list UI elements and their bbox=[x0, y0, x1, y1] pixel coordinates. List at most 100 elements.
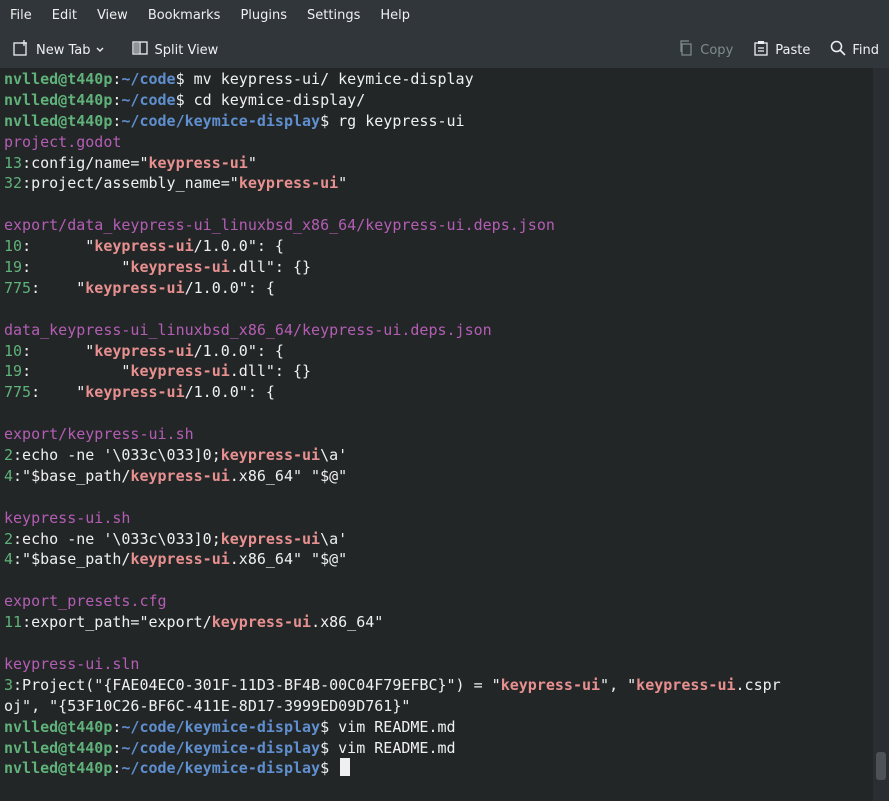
paste-button[interactable]: Paste bbox=[747, 32, 816, 68]
terminal-text-segment: " bbox=[338, 174, 348, 193]
terminal-text-segment: 10 bbox=[4, 237, 23, 256]
terminal-text-segment: keypress-ui bbox=[94, 341, 194, 360]
new-tab-label: New Tab bbox=[36, 42, 91, 58]
terminal-text-segment: : " bbox=[22, 258, 131, 277]
terminal-text-segment: :echo -ne '\033c\033]0; bbox=[13, 446, 221, 465]
terminal-line: nvlled@t440p:~/code/keymice-display$ vim… bbox=[4, 738, 873, 759]
terminal-text-segment: 2 bbox=[4, 446, 14, 465]
terminal-text-segment: :config/name=" bbox=[22, 153, 149, 172]
terminal-text-segment: $ bbox=[320, 759, 339, 778]
terminal-text-segment: keypress-ui bbox=[130, 550, 230, 569]
terminal-text-segment: keypress-ui bbox=[148, 153, 248, 172]
terminal-text-segment: keypress-ui bbox=[130, 466, 230, 485]
scrollbar-thumb[interactable] bbox=[876, 752, 886, 780]
terminal-text-segment: : " bbox=[22, 341, 95, 360]
terminal-text-segment: keypress-ui bbox=[85, 383, 185, 402]
menu-edit[interactable]: Edit bbox=[42, 0, 87, 32]
split-view-icon bbox=[131, 39, 155, 61]
terminal-line: 775: "keypress-ui/1.0.0": { bbox=[4, 382, 873, 403]
menu-help[interactable]: Help bbox=[370, 0, 420, 32]
terminal-text-segment: $ vim README.md bbox=[320, 738, 456, 757]
terminal-text-segment: : " bbox=[31, 383, 86, 402]
terminal-line: project.godot bbox=[4, 132, 873, 153]
terminal-text-segment: export/data_keypress-ui_linuxbsd_x86_64/… bbox=[4, 216, 555, 235]
find-label: Find bbox=[852, 42, 879, 58]
terminal-text-segment: : " bbox=[31, 278, 86, 297]
terminal-text-segment: keypress-ui bbox=[130, 258, 230, 277]
paste-icon bbox=[753, 40, 775, 60]
terminal-text-segment: data_keypress-ui_linuxbsd_x86_64/keypres… bbox=[4, 320, 492, 339]
terminal-text-segment: nvlled@t440p bbox=[4, 70, 113, 88]
terminal-text-segment: project.godot bbox=[4, 132, 122, 151]
terminal-text-segment: nvlled@t440p bbox=[4, 759, 113, 778]
terminal-text-segment: 10 bbox=[4, 341, 23, 360]
terminal-text-segment: oj", "{53F10C26-BF6C-411E-8D17-3999ED09D… bbox=[4, 696, 411, 715]
terminal-line: nvlled@t440p:~/code$ mv keypress-ui/ key… bbox=[4, 69, 873, 90]
terminal-text-segment: $ cd keymice-display/ bbox=[175, 90, 366, 109]
terminal-text-segment: keypress-ui bbox=[211, 613, 312, 632]
new-tab-button[interactable]: New Tab bbox=[6, 32, 117, 68]
terminal-text-segment: keypress-ui.sln bbox=[4, 654, 140, 673]
terminal-line: nvlled@t440p:~/code/keymice-display$ vim… bbox=[4, 717, 873, 738]
copy-icon bbox=[678, 40, 700, 60]
terminal-text-segment: ~/code/keymice-display bbox=[121, 111, 321, 130]
terminal-text-segment: .x86_64" "$@" bbox=[229, 550, 348, 569]
terminal-line: 19: "keypress-ui.dll": {} bbox=[4, 257, 873, 278]
terminal-text-segment: nvlled@t440p bbox=[4, 111, 113, 130]
terminal-text-segment: /1.0.0": { bbox=[184, 278, 275, 297]
terminal-line: 13:config/name="keypress-ui" bbox=[4, 153, 873, 174]
chevron-down-icon[interactable] bbox=[95, 43, 111, 58]
terminal-text-segment: .x86_64" bbox=[311, 613, 384, 632]
terminal-text-segment: ~/code bbox=[121, 90, 176, 109]
terminal-text-segment: 2 bbox=[4, 529, 14, 548]
split-view-button[interactable]: Split View bbox=[125, 32, 225, 68]
menu-settings[interactable]: Settings bbox=[297, 0, 370, 32]
find-button[interactable]: Find bbox=[824, 32, 885, 68]
terminal-text-segment: keypress-ui bbox=[238, 174, 339, 193]
terminal-text-segment: keypress-ui bbox=[85, 278, 185, 297]
terminal-text-segment: keypress-ui bbox=[636, 675, 736, 694]
copy-button[interactable]: Copy bbox=[672, 32, 739, 68]
terminal-text-segment: :echo -ne '\033c\033]0; bbox=[13, 529, 221, 548]
terminal-text-segment: : " bbox=[22, 237, 95, 256]
paste-label: Paste bbox=[775, 42, 811, 58]
terminal-line: oj", "{53F10C26-BF6C-411E-8D17-3999ED09D… bbox=[4, 696, 873, 717]
terminal-line: 2:echo -ne '\033c\033]0;keypress-ui\a' bbox=[4, 445, 873, 466]
terminal-text-segment: /1.0.0": { bbox=[184, 383, 275, 402]
menu-bookmarks[interactable]: Bookmarks bbox=[138, 0, 231, 32]
terminal-text-segment: keypress-ui bbox=[94, 237, 194, 256]
terminal-line: 3:Project("{FAE04EC0-301F-11D3-BF4B-00C0… bbox=[4, 675, 873, 696]
terminal-line: export/data_keypress-ui_linuxbsd_x86_64/… bbox=[4, 215, 873, 236]
toolbar: New Tab Split View Copy Paste Find bbox=[0, 32, 889, 68]
terminal-text-segment: " bbox=[247, 153, 257, 172]
terminal-text-segment: .cspr bbox=[735, 675, 781, 694]
menu-view[interactable]: View bbox=[87, 0, 138, 32]
terminal-line: 32:project/assembly_name="keypress-ui" bbox=[4, 173, 873, 194]
terminal-line: 19: "keypress-ui.dll": {} bbox=[4, 361, 873, 382]
terminal-text-segment: keypress-ui.sh bbox=[4, 508, 131, 527]
terminal-text-segment: :"$base_path/ bbox=[13, 466, 131, 485]
terminal-text-segment: :"$base_path/ bbox=[13, 550, 131, 569]
terminal-text-segment: ", " bbox=[600, 675, 637, 694]
terminal-text-segment: .dll": {} bbox=[229, 362, 312, 381]
menu-bar: File Edit View Bookmarks Plugins Setting… bbox=[0, 0, 889, 32]
terminal-text-segment: 3 bbox=[4, 675, 14, 694]
terminal-text-segment: :project/assembly_name=" bbox=[22, 174, 239, 193]
menu-file[interactable]: File bbox=[0, 0, 42, 32]
terminal-text-segment: ~/code/keymice-display bbox=[121, 717, 321, 736]
terminal-text-segment: 19 bbox=[4, 362, 23, 381]
terminal-text-segment: nvlled@t440p bbox=[4, 717, 113, 736]
terminal-text-segment: export_presets.cfg bbox=[4, 592, 167, 611]
terminal-text-segment: $ vim README.md bbox=[320, 717, 456, 736]
terminal-text-segment: keypress-ui bbox=[220, 446, 321, 465]
terminal-text-segment: ~/code/keymice-display bbox=[121, 738, 321, 757]
menu-plugins[interactable]: Plugins bbox=[230, 0, 297, 32]
terminal-view[interactable]: nvlled@t440p:~/code$ mv keypress-ui/ key… bbox=[0, 68, 873, 801]
terminal-line: nvlled@t440p:~/code/keymice-display$ bbox=[4, 758, 873, 779]
terminal-line: data_keypress-ui_linuxbsd_x86_64/keypres… bbox=[4, 320, 873, 341]
vertical-scrollbar[interactable] bbox=[873, 68, 889, 801]
terminal-line: export_presets.cfg bbox=[4, 591, 873, 612]
